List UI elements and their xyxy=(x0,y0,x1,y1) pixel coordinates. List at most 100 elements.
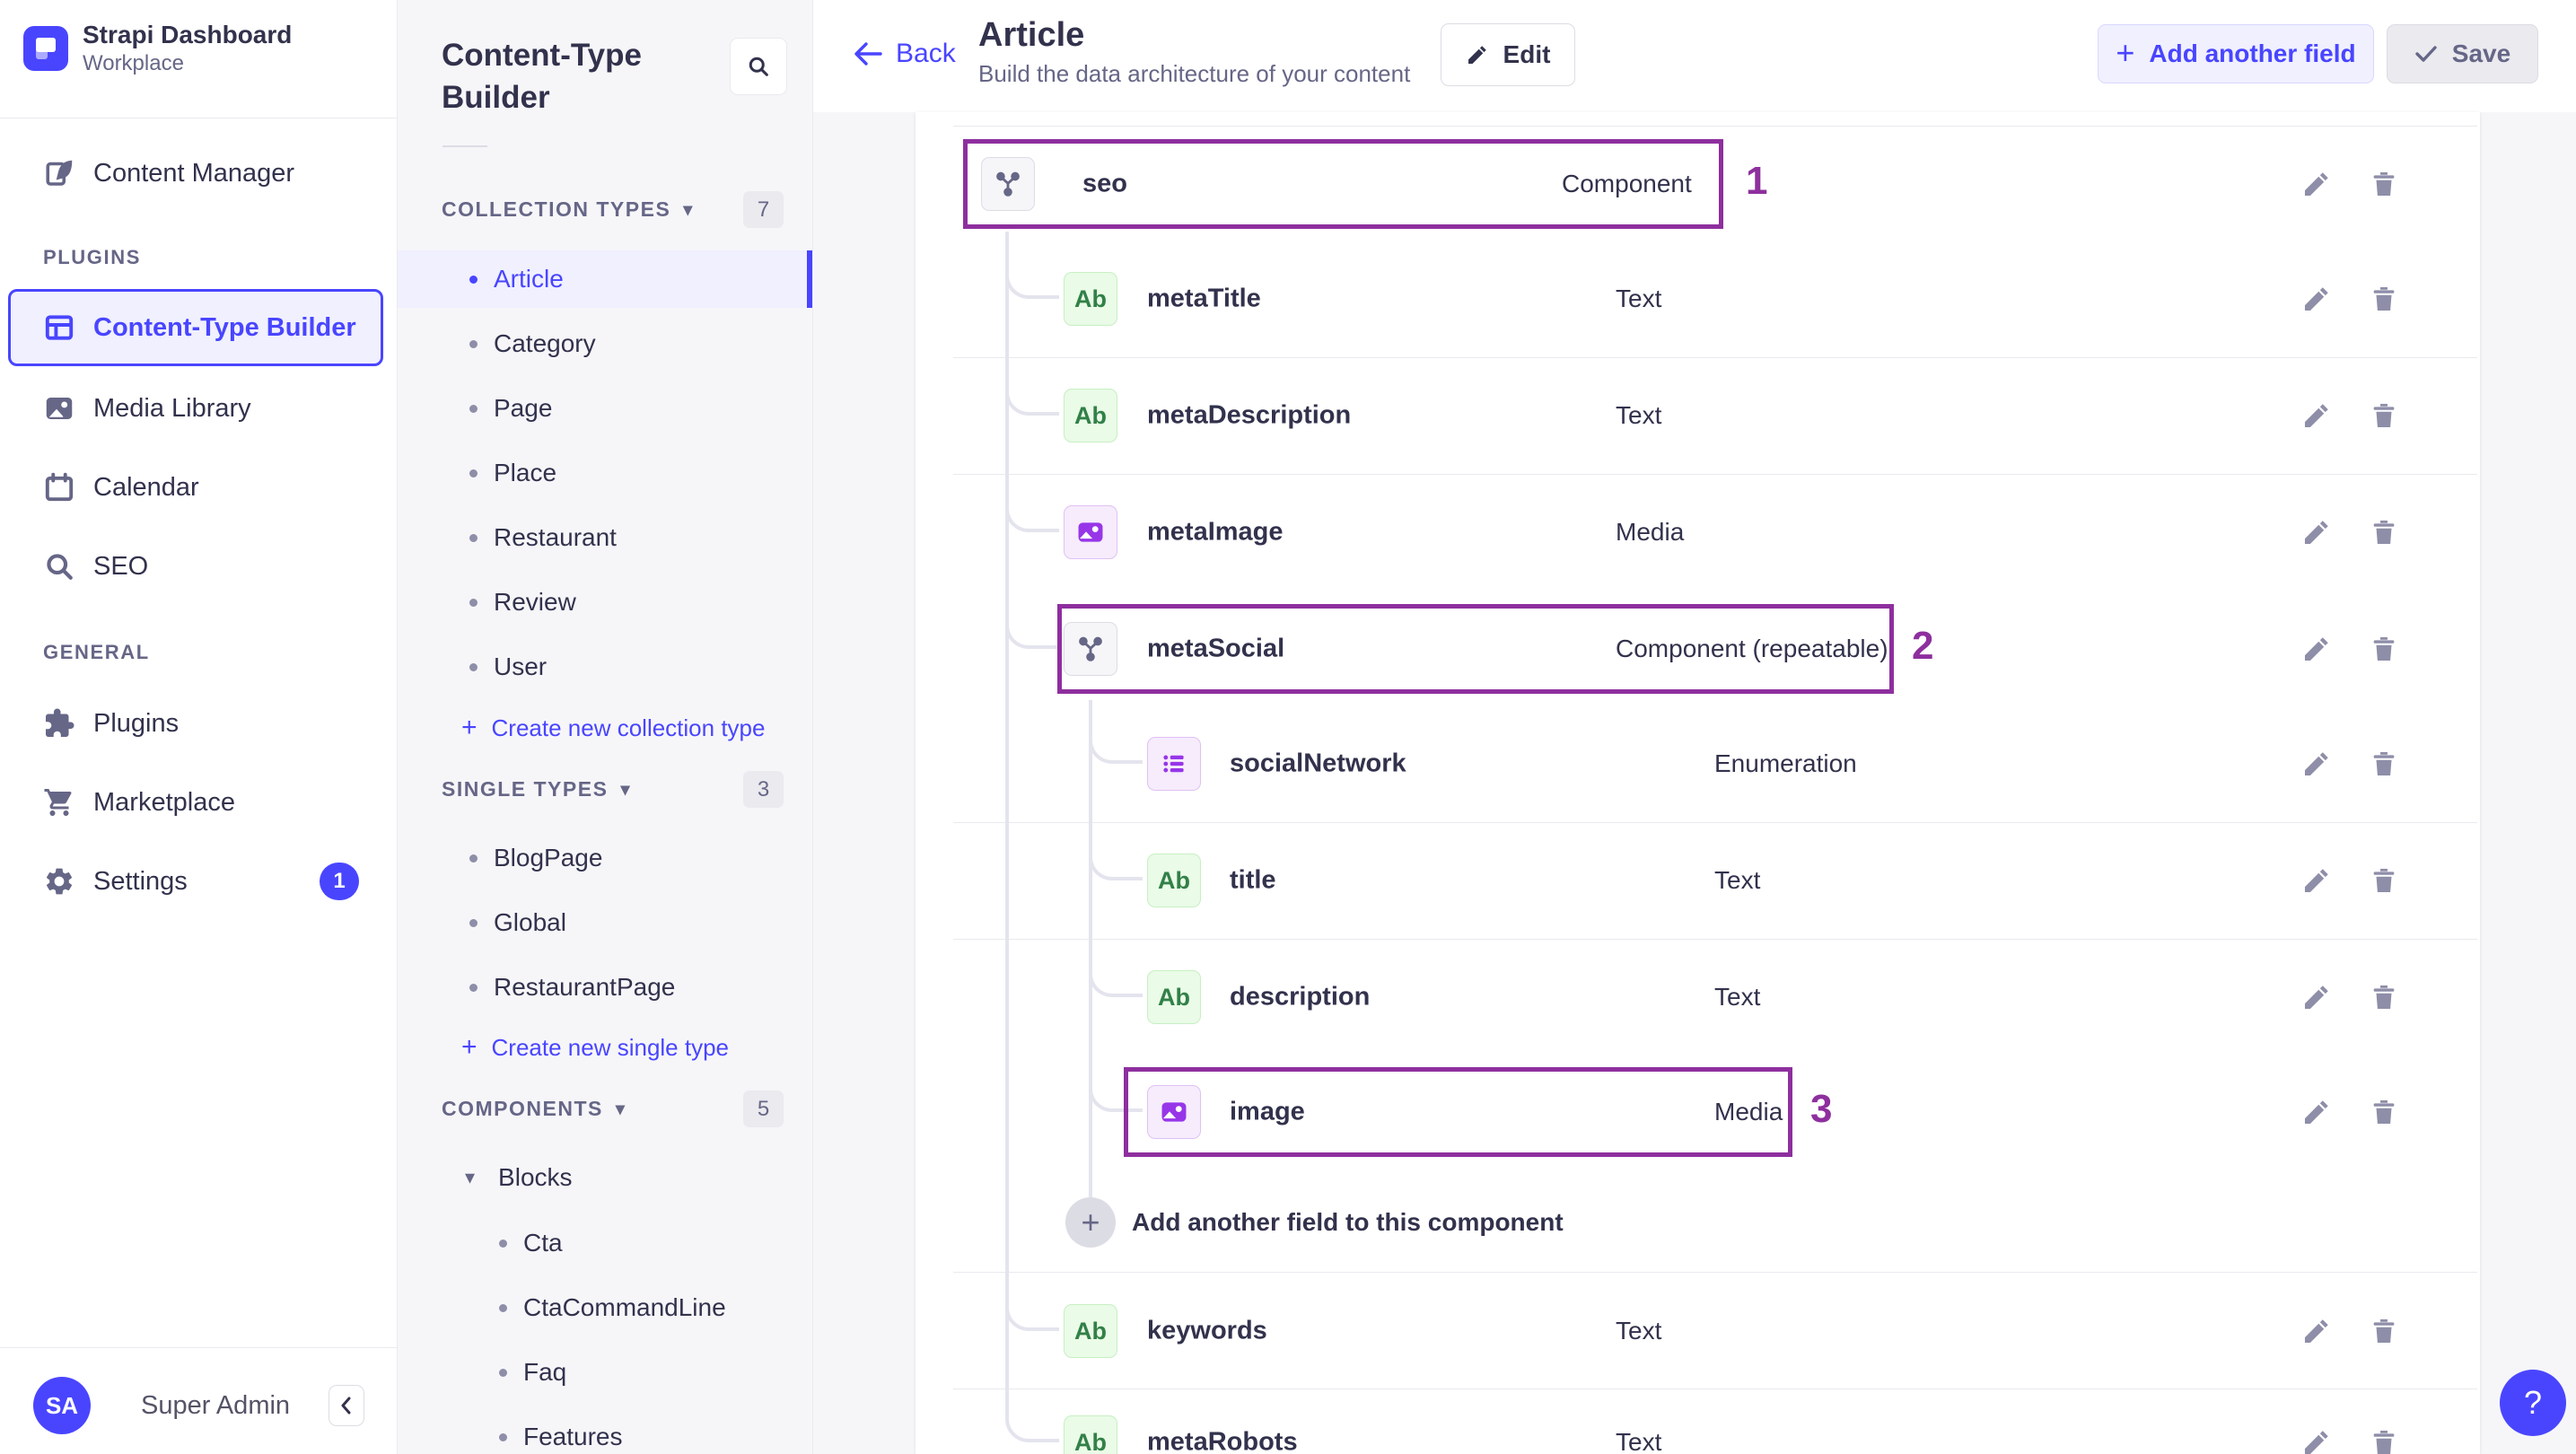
delete-field-button[interactable] xyxy=(2367,167,2401,201)
annotation-number: 2 xyxy=(1912,624,1934,668)
subnav-item-category[interactable]: Category xyxy=(398,315,812,372)
search-button[interactable] xyxy=(730,38,787,95)
sidebar-item-marketplace[interactable]: Marketplace xyxy=(0,763,398,842)
group-header-single-types[interactable]: SINGLE TYPES ▾ xyxy=(442,771,631,807)
sidebar-item-plugins[interactable]: Plugins xyxy=(0,684,398,763)
subnav-item-ctacommandline[interactable]: CtaCommandLine xyxy=(398,1279,812,1336)
puzzle-icon xyxy=(46,708,74,737)
edit-field-button[interactable] xyxy=(2300,632,2334,666)
subnav-item-label: Restaurant xyxy=(494,523,617,551)
subnav-item-label: Place xyxy=(494,459,557,486)
text-icon: Ab xyxy=(1064,1415,1117,1454)
divider xyxy=(442,145,487,147)
subnav-item-restaurant[interactable]: Restaurant xyxy=(398,509,812,566)
add-component-field-button[interactable]: + xyxy=(1065,1197,1116,1248)
subnav-item-article[interactable]: Article xyxy=(398,250,812,308)
delete-field-button[interactable] xyxy=(2367,399,2401,433)
group-header-collection-types[interactable]: COLLECTION TYPES ▾ xyxy=(442,191,694,227)
delete-field-button[interactable] xyxy=(2367,863,2401,898)
edit-field-button[interactable] xyxy=(2300,1425,2334,1454)
field-type: Media xyxy=(1616,518,1685,546)
sidebar-item-label: Content-Type Builder xyxy=(93,312,356,342)
text-icon: Ab xyxy=(1147,970,1201,1024)
field-name: keywords xyxy=(1147,1316,1267,1345)
tree-connector xyxy=(1089,700,1143,1112)
edit-field-button[interactable] xyxy=(2300,515,2334,549)
sidebar-item-seo[interactable]: SEO xyxy=(0,527,398,606)
page-subtitle: Build the data architecture of your cont… xyxy=(978,60,1411,87)
edit-field-button[interactable] xyxy=(2300,747,2334,781)
bullet-icon xyxy=(499,1432,507,1441)
add-field-label: Add another field xyxy=(2149,39,2356,67)
field-name: description xyxy=(1230,982,1371,1012)
edit-field-button[interactable] xyxy=(2300,1314,2334,1348)
field-type: Component xyxy=(1562,170,1692,197)
delete-field-button[interactable] xyxy=(2367,980,2401,1014)
gear-icon xyxy=(46,868,73,895)
field-type: Media xyxy=(1714,1098,1783,1126)
subnav-item-cta[interactable]: Cta xyxy=(398,1214,812,1272)
enum-icon xyxy=(1163,755,1184,773)
edit-field-button[interactable] xyxy=(2300,167,2334,201)
save-button[interactable]: Save xyxy=(2387,24,2538,83)
brand: Strapi Dashboard Workplace xyxy=(23,20,292,77)
edit-field-button[interactable] xyxy=(2300,863,2334,898)
create-new-single-type-button[interactable]: + Create new single type xyxy=(398,1020,812,1074)
enum-icon xyxy=(1147,737,1201,791)
subnav-item-label: Global xyxy=(494,908,566,936)
edit-field-button[interactable] xyxy=(2300,980,2334,1014)
delete-field-button[interactable] xyxy=(2367,1314,2401,1348)
delete-field-button[interactable] xyxy=(2367,747,2401,781)
avatar[interactable]: SA xyxy=(33,1377,91,1434)
delete-field-button[interactable] xyxy=(2367,632,2401,666)
trash-icon xyxy=(2373,1099,2395,1125)
create-new-collection-type-button[interactable]: + Create new collection type xyxy=(398,701,812,755)
subnav-item-place[interactable]: Place xyxy=(398,444,812,502)
bullet-icon xyxy=(469,662,478,671)
edit-field-button[interactable] xyxy=(2300,282,2334,316)
subnav-item-global[interactable]: Global xyxy=(398,894,812,951)
subnav-item-restaurantpage[interactable]: RestaurantPage xyxy=(398,959,812,1016)
text-icon: Ab xyxy=(1147,854,1201,907)
content-area: 1 seo Component Ab metaTitle Text Ab metaDescri… xyxy=(813,112,2576,1454)
group-header-label: COMPONENTS xyxy=(442,1096,603,1120)
group-header-components[interactable]: COMPONENTS ▾ xyxy=(442,1090,626,1126)
cart-icon xyxy=(43,786,75,819)
subnav-item-blogpage[interactable]: BlogPage xyxy=(398,829,812,887)
help-button[interactable]: ? xyxy=(2500,1370,2566,1436)
text-icon: Ab xyxy=(1064,272,1117,326)
sidebar-item-content-type-builder[interactable]: Content-Type Builder xyxy=(8,289,383,366)
edit-field-button[interactable] xyxy=(2300,1095,2334,1129)
collapse-sidebar-button[interactable] xyxy=(329,1385,364,1426)
subnav-item-features[interactable]: Features xyxy=(398,1408,812,1454)
pencil-icon xyxy=(2304,752,2328,776)
field-type: Text xyxy=(1616,1317,1662,1345)
edit-field-button[interactable] xyxy=(2300,399,2334,433)
component-category-blocks[interactable]: ▾ Blocks xyxy=(398,1149,812,1206)
row-divider xyxy=(953,939,2477,940)
subnav-item-faq[interactable]: Faq xyxy=(398,1344,812,1401)
sidebar-item-media-library[interactable]: Media Library xyxy=(0,369,398,448)
bullet-icon xyxy=(499,1303,507,1312)
bullet-icon xyxy=(469,983,478,992)
delete-field-button[interactable] xyxy=(2367,1095,2401,1129)
plus-icon: + xyxy=(2116,33,2135,71)
sidebar-item-content-manager[interactable]: Content Manager xyxy=(0,134,398,213)
search-icon xyxy=(43,550,75,582)
back-link[interactable]: Back xyxy=(853,24,956,83)
subnav-item-review[interactable]: Review xyxy=(398,574,812,631)
trash-icon xyxy=(2373,868,2395,893)
calendar-icon xyxy=(45,472,74,502)
annotation-box-3 xyxy=(1124,1067,1792,1157)
delete-field-button[interactable] xyxy=(2367,1425,2401,1454)
sidebar-item-calendar[interactable]: Calendar xyxy=(0,448,398,527)
bullet-icon xyxy=(469,854,478,863)
edit-button[interactable]: Edit xyxy=(1441,23,1575,86)
field-name: seo xyxy=(1082,169,1127,198)
add-another-field-button[interactable]: + Add another field xyxy=(2098,24,2374,83)
delete-field-button[interactable] xyxy=(2367,282,2401,316)
sidebar-item-label: Calendar xyxy=(93,472,199,502)
subnav-item-page[interactable]: Page xyxy=(398,380,812,437)
subnav-item-user[interactable]: User xyxy=(398,638,812,696)
delete-field-button[interactable] xyxy=(2367,515,2401,549)
